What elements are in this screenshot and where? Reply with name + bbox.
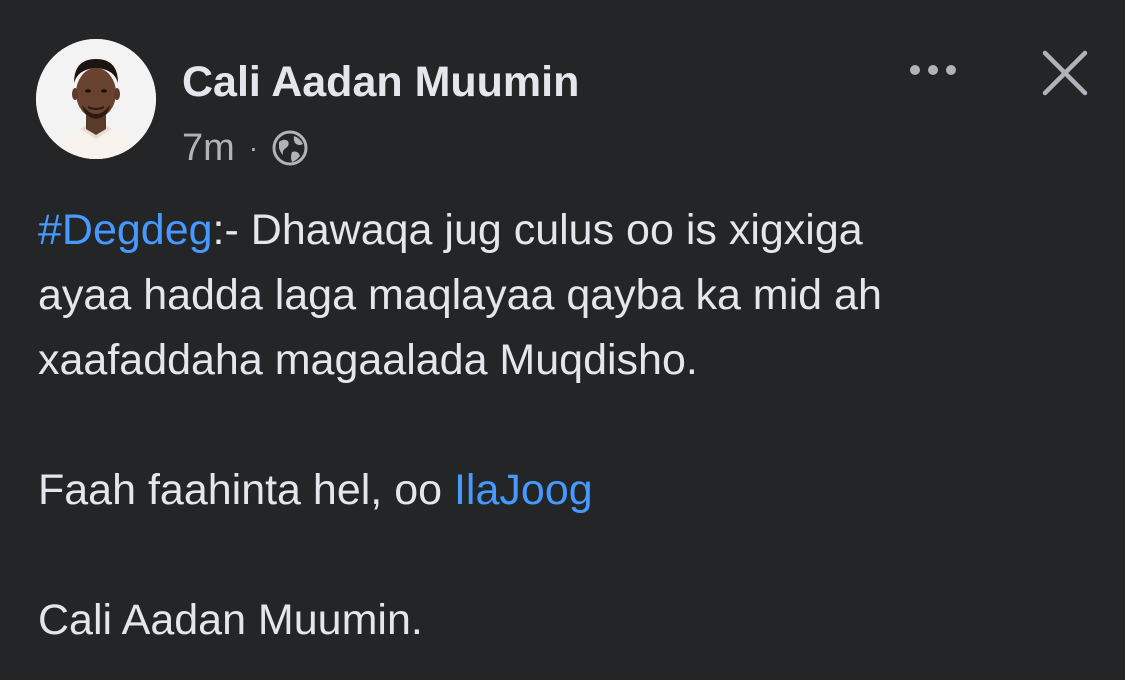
- more-horizontal-icon: [910, 65, 956, 75]
- post-line-1-text: :- Dhawaqa jug culus oo is xigxiga: [212, 206, 863, 254]
- post-line-2: ayaa hadda laga maqlayaa qayba ka mid ah: [38, 271, 882, 319]
- globe-icon[interactable]: [270, 128, 310, 168]
- meta-separator: ·: [248, 132, 259, 163]
- post-card: Cali Aadan Muumin 7m · #Degdeg:- Dhawaqa…: [0, 0, 1125, 680]
- hashtag-link[interactable]: #Degdeg: [38, 206, 213, 254]
- close-button[interactable]: [1032, 40, 1098, 106]
- close-icon: [1042, 50, 1088, 96]
- mention-link[interactable]: IlaJoog: [454, 466, 593, 514]
- post-meta: 7m ·: [182, 126, 310, 170]
- more-options-button[interactable]: [898, 48, 968, 92]
- post-line-4: Faah faahinta hel, oo IlaJoog: [38, 458, 1098, 523]
- post-line-1: #Degdeg:- Dhawaqa jug culus oo is xigxig…: [38, 198, 1098, 263]
- post-line-4-text: Faah faahinta hel, oo: [38, 466, 454, 514]
- post-timestamp[interactable]: 7m: [182, 127, 235, 170]
- author-avatar[interactable]: [36, 39, 156, 159]
- post-line-3: xaafaddaha magaalada Muqdisho.: [38, 336, 698, 384]
- post-signature: Cali Aadan Muumin.: [38, 596, 423, 644]
- author-name[interactable]: Cali Aadan Muumin: [182, 58, 579, 107]
- post-body: #Degdeg:- Dhawaqa jug culus oo is xigxig…: [38, 198, 1098, 653]
- avatar-photo: [36, 39, 156, 159]
